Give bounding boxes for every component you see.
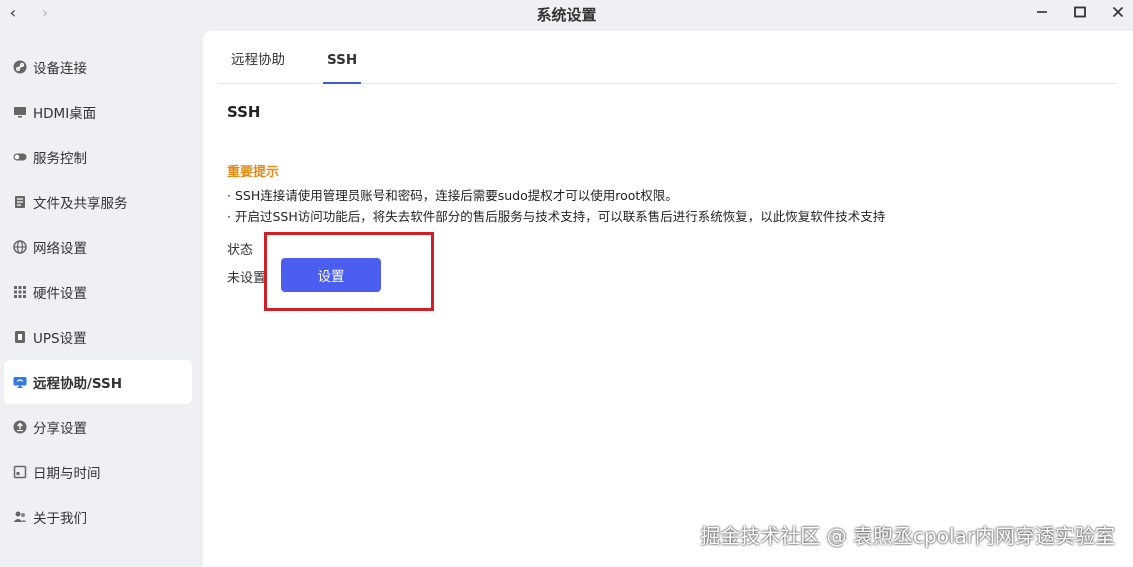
sidebar-item-ups[interactable]: UPS设置 bbox=[4, 315, 192, 359]
minimize-icon[interactable] bbox=[1033, 2, 1051, 22]
watermark: 掘金技术社区 @ 袁煦丞cpolar内网穿透实验室 bbox=[700, 524, 1115, 548]
sidebar-item-label: 服务控制 bbox=[33, 151, 87, 167]
tab-bar: 远程协助 SSH bbox=[217, 31, 1117, 84]
sidebar-item-date-time[interactable]: 日期与时间 bbox=[4, 450, 192, 494]
sidebar-item-about[interactable]: 关于我们 bbox=[4, 495, 192, 539]
content-panel: 远程协助 SSH SSH 重要提示 · SSH连接请使用管理员账号和密码，连接后… bbox=[203, 31, 1133, 567]
sidebar-item-file-sharing[interactable]: 文件及共享服务 bbox=[4, 180, 192, 224]
battery-icon bbox=[12, 329, 28, 345]
sidebar-item-label: 分享设置 bbox=[33, 421, 87, 437]
monitor-icon bbox=[12, 104, 28, 120]
tab-ssh[interactable]: SSH bbox=[322, 52, 362, 84]
sidebar-item-label: 远程协助/SSH bbox=[33, 376, 123, 392]
forward-icon[interactable]: › bbox=[38, 3, 52, 22]
sidebar-item-remote-ssh[interactable]: 远程协助/SSH bbox=[4, 360, 192, 404]
sidebar: 设备连接 HDMI桌面 服务控制 文件及共享服务 网络设置 硬件设置 UPS设置… bbox=[0, 45, 200, 540]
back-icon[interactable]: ‹ bbox=[6, 3, 20, 22]
file-icon bbox=[12, 194, 28, 210]
grid-icon bbox=[12, 284, 28, 300]
link-icon bbox=[12, 59, 28, 75]
notice-line: · 开启过SSH访问功能后，将失去软件部分的售后服务与技术支持，可以联系售后进行… bbox=[227, 209, 886, 224]
sidebar-item-label: HDMI桌面 bbox=[33, 106, 97, 122]
title-bar: ‹ › 系统设置 bbox=[0, 0, 1133, 28]
status-label: 状态 bbox=[227, 243, 254, 258]
notice-title: 重要提示 bbox=[227, 165, 280, 180]
sidebar-item-service-control[interactable]: 服务控制 bbox=[4, 135, 192, 179]
sidebar-item-label: 网络设置 bbox=[33, 241, 87, 257]
notice-line: · SSH连接请使用管理员账号和密码，连接后需要sudo提权才可以使用root权… bbox=[227, 188, 678, 203]
window-controls bbox=[1033, 2, 1127, 22]
calendar-icon bbox=[12, 464, 28, 480]
sidebar-item-device-connection[interactable]: 设备连接 bbox=[4, 45, 192, 89]
window-title: 系统设置 bbox=[536, 5, 597, 24]
sidebar-item-network[interactable]: 网络设置 bbox=[4, 225, 192, 269]
sidebar-item-label: 硬件设置 bbox=[33, 286, 87, 302]
tab-remote-assistance[interactable]: 远程协助 bbox=[231, 48, 285, 83]
status-value: 未设置 bbox=[227, 271, 267, 286]
sidebar-item-label: 日期与时间 bbox=[33, 466, 101, 482]
sidebar-item-label: 关于我们 bbox=[33, 511, 87, 527]
maximize-icon[interactable] bbox=[1071, 2, 1089, 22]
sidebar-item-share[interactable]: 分享设置 bbox=[4, 405, 192, 449]
sidebar-item-label: 文件及共享服务 bbox=[33, 196, 128, 212]
sidebar-item-label: 设备连接 bbox=[33, 61, 87, 77]
section-title: SSH bbox=[227, 103, 261, 121]
remote-icon bbox=[12, 374, 28, 390]
toggle-icon bbox=[12, 149, 28, 165]
globe-icon bbox=[12, 239, 28, 255]
sidebar-item-label: UPS设置 bbox=[33, 331, 87, 347]
share-icon bbox=[12, 419, 28, 435]
sidebar-item-hdmi-desktop[interactable]: HDMI桌面 bbox=[4, 90, 192, 134]
users-icon bbox=[12, 509, 28, 525]
highlight-annotation-box bbox=[264, 232, 434, 311]
nav-buttons: ‹ › bbox=[6, 3, 52, 22]
close-icon[interactable] bbox=[1109, 2, 1127, 22]
sidebar-item-hardware[interactable]: 硬件设置 bbox=[4, 270, 192, 314]
